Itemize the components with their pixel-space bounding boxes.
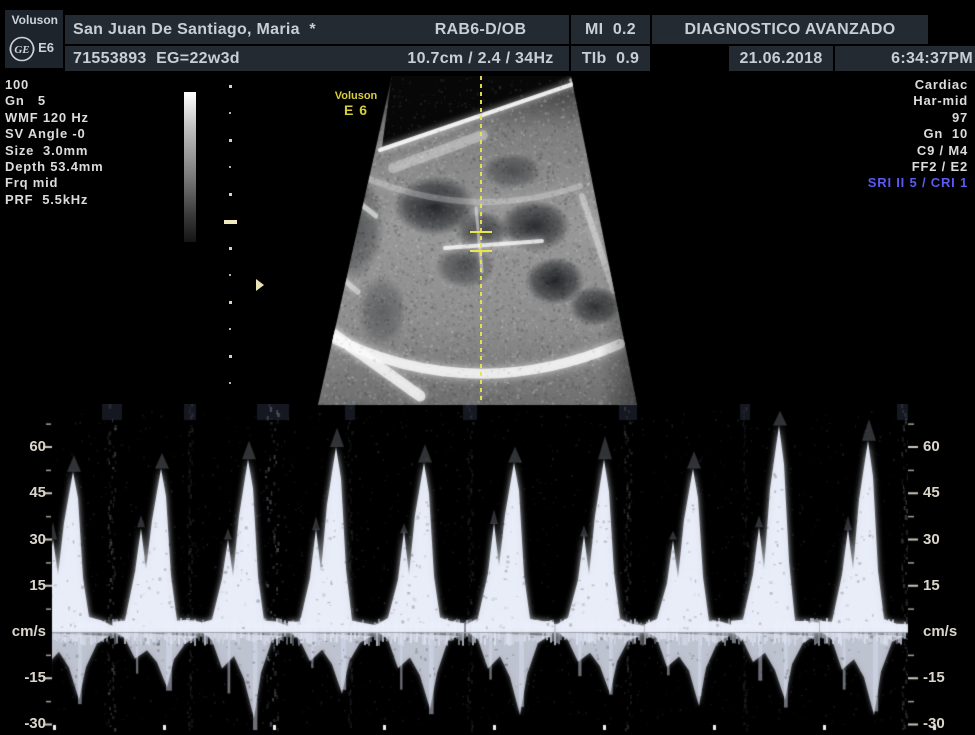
machine-badge: Voluson E6 GE xyxy=(5,10,63,68)
velocity-scale-label: 45 xyxy=(2,484,46,502)
depth-tick xyxy=(229,382,231,384)
depth-tick xyxy=(229,139,232,142)
depth-tick xyxy=(229,166,231,168)
left-param-line: SV Angle -0 xyxy=(5,126,103,142)
velocity-scale-label: 60 xyxy=(923,438,975,456)
ge-logo-icon: GE xyxy=(8,35,36,63)
institution-cell: DIAGNOSTICO AVANZADO xyxy=(652,15,928,44)
velocity-scale-label: -15 xyxy=(2,669,46,687)
grayscale-bar xyxy=(184,92,196,242)
doppler-cursor-line xyxy=(480,76,482,403)
date-cell: 21.06.2018 xyxy=(729,46,833,71)
spectral-doppler-canvas xyxy=(0,404,975,735)
right-param-line: FF2 / E2 xyxy=(868,159,968,175)
left-param-line: WMF 120 Hz xyxy=(5,110,103,126)
machine-model: E6 xyxy=(38,40,54,55)
mi-cell: MI 0.2 xyxy=(571,15,650,44)
left-parameter-panel: 100Gn 5WMF 120 HzSV Angle -0Size 3.0mmDe… xyxy=(5,77,103,208)
sample-gate-lower xyxy=(470,250,492,252)
focus-marker xyxy=(224,220,237,224)
right-param-line: Cardiac xyxy=(868,77,968,93)
depth-tick xyxy=(229,274,231,276)
left-param-line: Frq mid xyxy=(5,175,103,191)
sample-gate-upper xyxy=(470,231,492,233)
left-param-line: PRF 5.5kHz xyxy=(5,192,103,208)
right-param-line: C9 / M4 xyxy=(868,143,968,159)
watermark-brand: Voluson xyxy=(328,90,384,102)
depth-tick xyxy=(229,85,232,88)
pointer-arrow-icon xyxy=(256,279,264,291)
depth-tick xyxy=(229,328,231,330)
depth-tick xyxy=(229,247,232,250)
left-param-line: Depth 53.4mm xyxy=(5,159,103,175)
machine-brand: Voluson xyxy=(12,13,58,27)
depth-tick xyxy=(229,112,231,114)
patient-name-cell: San Juan De Santiago, Maria * xyxy=(65,15,398,44)
velocity-scale-label: -30 xyxy=(923,715,975,733)
velocity-scale-label: 15 xyxy=(923,577,975,595)
velocity-scale-label: 15 xyxy=(2,577,46,595)
bmode-image-canvas xyxy=(230,76,745,406)
ultrasound-screen: Voluson E6 GE San Juan De Santiago, Mari… xyxy=(0,0,975,735)
right-param-line: Gn 10 xyxy=(868,126,968,142)
velocity-scale-label: 30 xyxy=(923,531,975,549)
sri-cri-line: SRI II 5 / CRI 1 xyxy=(868,175,968,191)
right-param-line: 97 xyxy=(868,110,968,126)
acq-info-cell: 10.7cm / 2.4 / 34Hz xyxy=(392,46,569,71)
svg-text:GE: GE xyxy=(14,44,29,56)
left-param-line: Gn 5 xyxy=(5,93,103,109)
depth-tick xyxy=(229,193,232,196)
tib-cell: TIb 0.9 xyxy=(571,46,650,71)
depth-tick xyxy=(229,301,232,304)
velocity-scale-label: cm/s xyxy=(923,623,975,641)
left-param-line: 100 xyxy=(5,77,103,93)
velocity-scale-label: 45 xyxy=(923,484,975,502)
velocity-scale-label: 60 xyxy=(2,438,46,456)
velocity-scale-label: 30 xyxy=(2,531,46,549)
velocity-scale-label: -15 xyxy=(923,669,975,687)
time-cell: 6:34:37PM xyxy=(835,46,975,71)
depth-tick xyxy=(229,355,232,358)
watermark-model: E 6 xyxy=(328,102,384,118)
right-param-line: Har-mid xyxy=(868,93,968,109)
left-param-line: Size 3.0mm xyxy=(5,143,103,159)
patient-id-cell: 71553893 EG=22w3d xyxy=(65,46,398,71)
velocity-scale-label: cm/s xyxy=(2,623,46,641)
probe-cell: RAB6-D/OB xyxy=(392,15,569,44)
voluson-watermark: Voluson E 6 xyxy=(328,90,384,118)
velocity-scale-label: -30 xyxy=(2,715,46,733)
right-parameter-panel: CardiacHar-mid97Gn 10C9 / M4FF2 / E2SRI … xyxy=(868,77,968,192)
